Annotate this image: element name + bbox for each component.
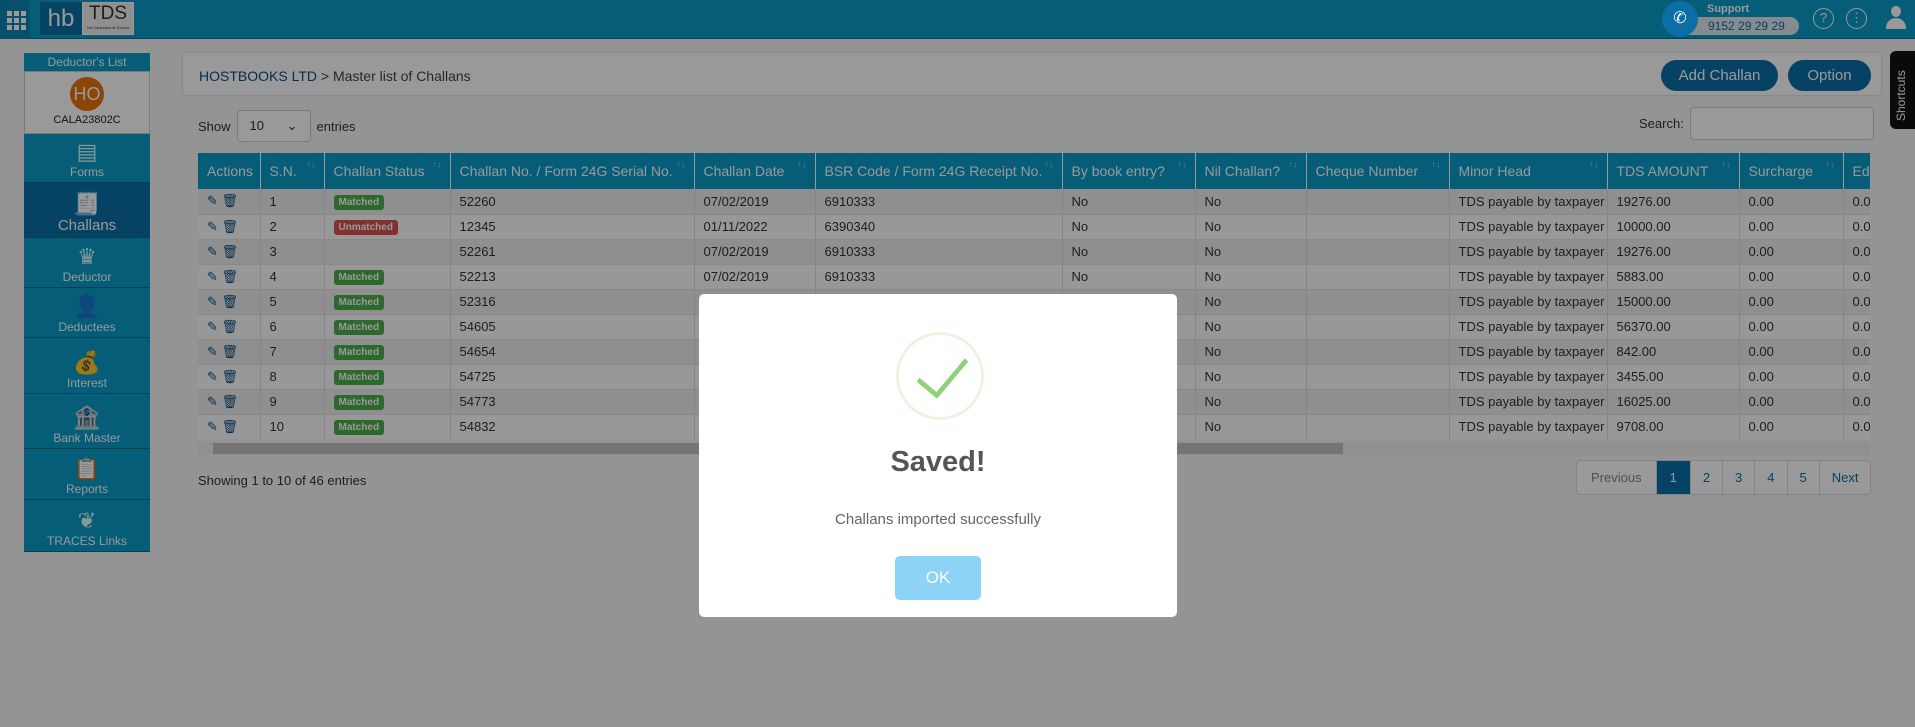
- dialog-title: Saved!: [890, 446, 986, 478]
- dialog-message: Challans imported successfully: [835, 511, 1041, 528]
- phone-icon: ✆: [1662, 1, 1698, 37]
- saved-dialog: Saved! Challans imported successfully OK: [699, 294, 1177, 617]
- ok-button[interactable]: OK: [895, 556, 981, 600]
- success-check-icon: [896, 332, 984, 420]
